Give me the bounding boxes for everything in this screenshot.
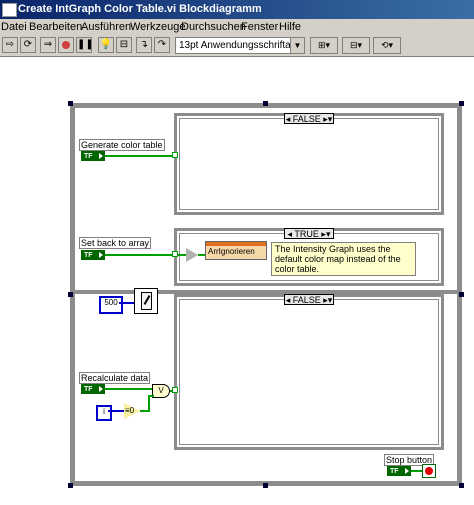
abort-icon[interactable] — [58, 37, 74, 53]
highlight-execution-icon[interactable]: 💡 — [98, 37, 114, 53]
menu-durchsuchen[interactable]: Durchsuchen — [181, 20, 246, 34]
boolean-wire[interactable] — [105, 388, 152, 390]
case-selector-2[interactable]: ◂ TRUE ▸▾ — [284, 228, 334, 239]
toolbar: ⇨ ⟳ ⇒ ❚❚ 💡 ⊟ ↴ ↷ 13pt Anwendungsschrifta… — [0, 35, 474, 57]
boolean-wire[interactable] — [198, 254, 205, 256]
boolean-wire[interactable] — [411, 470, 422, 472]
generate-color-table-terminal[interactable]: TF — [81, 151, 105, 161]
iteration-terminal[interactable]: i — [96, 405, 112, 421]
case-selector-prev-icon[interactable]: ◂ — [288, 229, 293, 239]
menu-datei[interactable]: Datei — [1, 20, 27, 34]
menu-hilfe[interactable]: Hilfe — [279, 20, 301, 34]
pause-icon[interactable]: ❚❚ — [76, 37, 92, 53]
wait-ms-constant[interactable]: 500 — [99, 296, 123, 314]
loop-handle[interactable] — [459, 292, 464, 297]
recalculate-data-terminal[interactable]: TF — [81, 384, 105, 394]
loop-condition-stop-icon[interactable] — [422, 464, 436, 478]
window-title-bar: Create IntGraph Color Table.vi Blockdiag… — [0, 0, 474, 19]
numeric-wire[interactable] — [119, 302, 134, 304]
menu-ausfuehren[interactable]: Ausführen — [81, 20, 131, 34]
font-select-value: 13pt Anwendungsschriftart — [179, 40, 297, 51]
case-selector-1-value: FALSE — [292, 114, 321, 124]
not-function-icon[interactable] — [186, 248, 198, 262]
step-over-icon[interactable]: ↷ — [154, 37, 170, 53]
distribute-objects-icon[interactable]: ⊟▾ — [342, 37, 370, 54]
case-selector-next-icon[interactable]: ▸▾ — [323, 295, 332, 305]
run-continuously-icon[interactable]: ⟳ — [20, 37, 36, 53]
menu-fenster[interactable]: Fenster — [241, 20, 278, 34]
run-arrow-icon[interactable]: ⇨ — [2, 37, 18, 53]
wait-ms-timer-icon[interactable] — [134, 288, 158, 314]
menu-werkzeuge[interactable]: Werkzeuge — [130, 20, 185, 34]
property-node-row[interactable]: ArrIgnorieren — [208, 247, 255, 256]
case-selector-3[interactable]: ◂ FALSE ▸▾ — [284, 294, 334, 305]
comment-text: The Intensity Graph uses the default col… — [271, 242, 416, 276]
loop-handle[interactable] — [68, 292, 73, 297]
numeric-wire[interactable] — [108, 410, 124, 412]
case-selector-tunnel[interactable] — [172, 387, 178, 393]
font-select[interactable]: 13pt Anwendungsschriftart ▼ — [175, 37, 305, 54]
reorder-icon[interactable]: ⟲▾ — [373, 37, 401, 54]
retain-wire-values-icon[interactable]: ⊟ — [116, 37, 132, 53]
loop-handle[interactable] — [459, 101, 464, 106]
generate-color-table-label: Generate color table — [79, 139, 165, 151]
app-icon — [2, 3, 17, 17]
case-selector-prev-icon[interactable]: ◂ — [286, 295, 291, 305]
case-selector-1[interactable]: ◂ FALSE ▸▾ — [284, 113, 334, 124]
loop-handle[interactable] — [68, 101, 73, 106]
loop-handle[interactable] — [68, 483, 73, 488]
case-selector-tunnel[interactable] — [172, 152, 178, 158]
case-selector-3-value: FALSE — [292, 295, 321, 305]
menu-bar: Datei Bearbeiten Ausführen Werkzeuge Dur… — [0, 19, 474, 35]
loop-handle[interactable] — [263, 101, 268, 106]
boolean-wire[interactable] — [148, 395, 150, 412]
chevron-down-icon[interactable]: ▼ — [290, 38, 304, 53]
align-objects-icon[interactable]: ⊞▾ — [310, 37, 338, 54]
loop-handle[interactable] — [263, 483, 268, 488]
property-node[interactable]: ArrIgnorieren — [205, 241, 267, 260]
set-back-to-array-label: Set back to array — [79, 237, 152, 249]
case-structure-1[interactable] — [174, 113, 444, 215]
boolean-wire[interactable] — [105, 254, 173, 256]
equal-zero-glyph: ≡0 — [125, 406, 135, 415]
window-title: Create IntGraph Color Table.vi Blockdiag… — [18, 3, 262, 15]
boolean-wire[interactable] — [148, 395, 154, 397]
recalculate-data-label: Recalculate data — [79, 372, 151, 384]
step-into-icon[interactable]: ↴ — [136, 37, 152, 53]
case-selector-next-icon[interactable]: ▸▾ — [323, 114, 332, 124]
case-structure-3[interactable] — [174, 294, 444, 450]
or-function-icon[interactable]: V — [152, 384, 170, 398]
boolean-wire[interactable] — [178, 254, 186, 256]
case-selector-next-icon[interactable]: ▸▾ — [321, 229, 330, 239]
case-selector-2-value: TRUE — [294, 229, 319, 239]
set-back-to-array-terminal[interactable]: TF — [81, 250, 105, 260]
stop-button-terminal[interactable]: TF — [387, 466, 411, 476]
menu-bearbeiten[interactable]: Bearbeiten — [29, 20, 82, 34]
case-selector-prev-icon[interactable]: ◂ — [286, 114, 291, 124]
boolean-wire[interactable] — [105, 155, 173, 157]
run-icon[interactable]: ⇒ — [40, 37, 56, 53]
loop-handle[interactable] — [459, 483, 464, 488]
